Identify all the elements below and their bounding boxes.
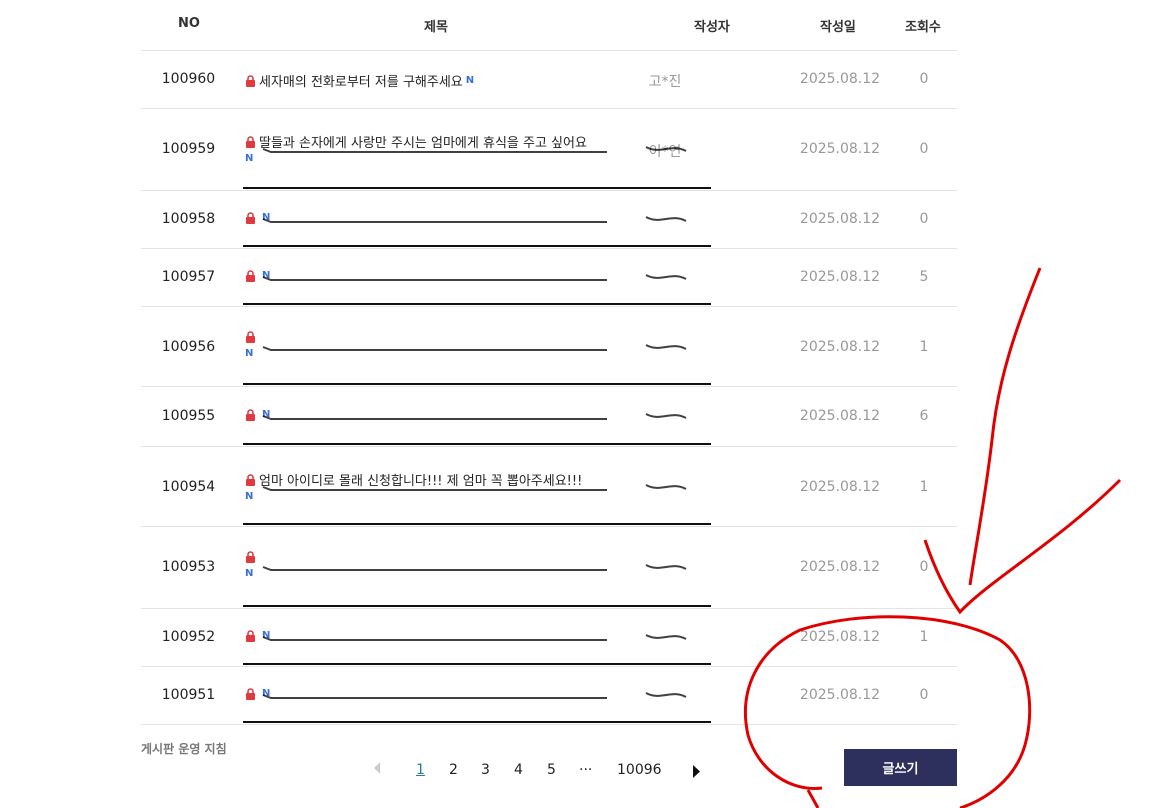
post-number: 100954	[161, 479, 216, 495]
post-title-link[interactable]: N	[245, 550, 635, 579]
post-views: 0	[919, 141, 929, 157]
lock-icon	[246, 688, 255, 700]
new-badge: N	[465, 75, 475, 86]
table-row[interactable]: 100958 N 2025.08.12 0	[141, 191, 957, 249]
post-date: 2025.08.12	[799, 269, 881, 285]
lock-icon	[246, 630, 255, 642]
post-title-link[interactable]: N	[245, 629, 635, 645]
post-title-link[interactable]: N	[245, 408, 635, 424]
new-badge: N	[245, 153, 254, 164]
post-date: 2025.08.12	[799, 408, 881, 424]
write-button[interactable]: 글쓰기	[844, 749, 957, 786]
lock-icon	[246, 551, 255, 563]
post-date: 2025.08.12	[799, 339, 881, 355]
post-title-link[interactable]: N	[245, 330, 635, 359]
table-row[interactable]: 100951 N 2025.08.12 0	[141, 667, 957, 725]
table-row[interactable]: 100956 N 2025.08.12 1	[141, 307, 957, 387]
table-row[interactable]: 100953 N 2025.08.12 0	[141, 527, 957, 609]
new-badge: N	[262, 688, 271, 699]
post-date: 2025.08.12	[799, 479, 881, 495]
post-number: 100959	[161, 141, 216, 157]
post-writer: 고*진	[648, 74, 682, 90]
post-date: 2025.08.12	[799, 687, 881, 703]
table-row[interactable]: 100959 딸들과 손자에게 사랑만 주시는 엄마에게 휴식을 주고 싶어요 N 이…	[141, 109, 957, 191]
header-views: 조회수	[905, 20, 941, 35]
new-badge: N	[245, 348, 254, 359]
post-number: 100960	[161, 71, 216, 87]
page-2[interactable]: 2	[449, 762, 458, 778]
post-number: 100958	[161, 211, 216, 227]
post-views: 1	[919, 339, 929, 355]
lock-icon	[246, 409, 255, 421]
post-number: 100953	[161, 559, 216, 575]
post-views: 0	[919, 687, 929, 703]
new-badge: N	[245, 491, 254, 502]
post-date: 2025.08.12	[799, 559, 881, 575]
post-title-link[interactable]: 딸들과 손자에게 사랑만 주시는 엄마에게 휴식을 주고 싶어요 N	[245, 132, 635, 164]
table-row[interactable]: 100957 N 2025.08.12 5	[141, 249, 957, 307]
post-views: 0	[919, 211, 929, 227]
new-badge: N	[262, 270, 271, 281]
page-last[interactable]: 10096	[617, 762, 662, 778]
prev-page-icon	[373, 762, 381, 778]
post-title-text: 세자매의 전화로부터 저를 구해주세요	[259, 75, 463, 90]
post-date: 2025.08.12	[799, 211, 881, 227]
lock-icon	[246, 136, 255, 148]
new-badge: N	[245, 568, 254, 579]
page-1[interactable]: 1	[416, 762, 425, 778]
table-header: NO 제목 작성자 작성일 조회수	[141, 0, 957, 51]
post-views: 0	[919, 71, 929, 87]
post-title-link[interactable]: N	[245, 211, 635, 227]
table-row[interactable]: 100960 세자매의 전화로부터 저를 구해주세요 N 고*진 2025.08.12 0	[141, 51, 957, 109]
page-3[interactable]: 3	[481, 762, 490, 778]
header-title: 제목	[424, 20, 448, 35]
post-title-link[interactable]: 엄마 아이디로 몰래 신청합니다!!! 제 엄마 꼭 뽑아주세요!!! N	[245, 470, 635, 502]
post-views: 0	[919, 559, 929, 575]
board-guide-link[interactable]: 게시판 운영 지침	[141, 740, 227, 757]
lock-icon	[246, 212, 255, 224]
lock-icon	[246, 75, 255, 87]
post-title-text: 딸들과 손자에게 사랑만 주시는 엄마에게 휴식을 주고 싶어요	[259, 136, 587, 151]
post-views: 5	[919, 269, 929, 285]
page-5[interactable]: 5	[547, 762, 556, 778]
table-row[interactable]: 100955 N 2025.08.12 6	[141, 387, 957, 447]
annotation-arrow-line	[968, 267, 1042, 586]
post-title-link[interactable]: N	[245, 269, 635, 285]
post-number: 100956	[161, 339, 216, 355]
page-ellipsis: ···	[579, 762, 593, 778]
lock-icon	[246, 474, 255, 486]
header-no: NO	[178, 16, 200, 31]
post-views: 6	[919, 408, 929, 424]
next-page-icon[interactable]	[692, 765, 701, 782]
page-4[interactable]: 4	[514, 762, 523, 778]
post-views: 1	[919, 629, 929, 645]
post-date: 2025.08.12	[799, 71, 881, 87]
post-number: 100955	[161, 408, 216, 424]
new-badge: N	[262, 212, 271, 223]
post-title-link[interactable]: 세자매의 전화로부터 저를 구해주세요 N	[245, 71, 635, 90]
table-row[interactable]: 100952 N 2025.08.12 1	[141, 609, 957, 667]
table-row[interactable]: 100954 엄마 아이디로 몰래 신청합니다!!! 제 엄마 꼭 뽑아주세요!!…	[141, 447, 957, 527]
post-title-text: 엄마 아이디로 몰래 신청합니다!!! 제 엄마 꼭 뽑아주세요!!!	[259, 474, 583, 489]
post-title-link[interactable]: N	[245, 687, 635, 703]
new-badge: N	[262, 630, 271, 641]
board-table: NO 제목 작성자 작성일 조회수 100960 세자매의 전화로부터 저를 구해…	[141, 0, 957, 725]
header-writer: 작성자	[694, 20, 730, 35]
post-number: 100957	[161, 269, 216, 285]
post-views: 1	[919, 479, 929, 495]
post-date: 2025.08.12	[799, 141, 881, 157]
post-number: 100952	[161, 629, 216, 645]
lock-icon	[246, 331, 255, 343]
header-date: 작성일	[820, 20, 856, 35]
post-number: 100951	[161, 687, 216, 703]
new-badge: N	[262, 409, 271, 420]
lock-icon	[246, 270, 255, 282]
post-writer: 이*연	[648, 144, 682, 160]
post-date: 2025.08.12	[799, 629, 881, 645]
